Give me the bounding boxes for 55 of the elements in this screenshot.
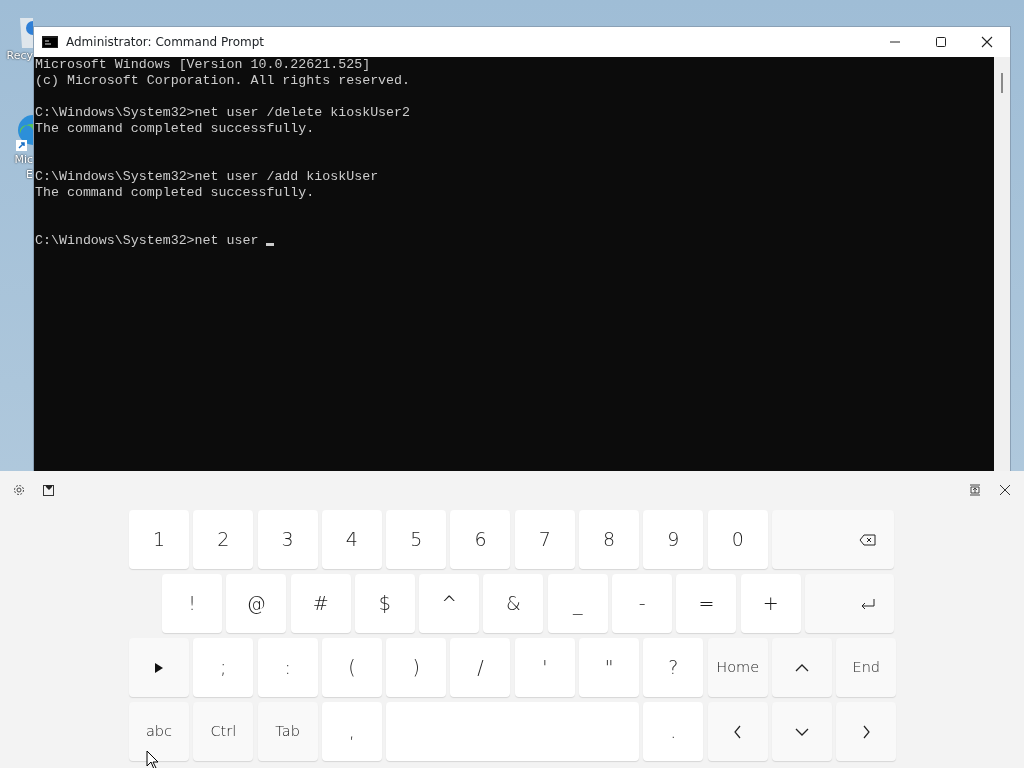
keyboard-key[interactable]: @ bbox=[226, 574, 287, 633]
keyboard-key[interactable]: : bbox=[257, 638, 318, 697]
enter-icon bbox=[859, 597, 876, 610]
backspace-key[interactable] bbox=[771, 510, 894, 569]
browser-shortcut-icon[interactable] bbox=[14, 112, 33, 152]
keyboard-key[interactable]: / bbox=[450, 638, 511, 697]
keyboard-key[interactable]: Ctrl bbox=[193, 702, 254, 761]
enter-key[interactable] bbox=[804, 574, 894, 633]
keyboard-key[interactable]: = bbox=[676, 574, 737, 633]
play-icon bbox=[154, 661, 164, 674]
keyboard-key[interactable] bbox=[707, 702, 768, 761]
keyboard-key[interactable]: + bbox=[740, 574, 801, 633]
keyboard-key[interactable]: . bbox=[643, 702, 704, 761]
keyboard-key[interactable]: ? bbox=[643, 638, 704, 697]
backspace-icon bbox=[858, 532, 876, 547]
keyboard-key[interactable]: , bbox=[321, 702, 382, 761]
sticker-icon bbox=[42, 483, 56, 497]
keyboard-key[interactable]: 2 bbox=[193, 510, 254, 569]
keyboard-key[interactable]: abc bbox=[129, 702, 189, 761]
keyboard-key[interactable]: ' bbox=[514, 638, 575, 697]
keyboard-key[interactable]: 1 bbox=[129, 510, 189, 569]
keyboard-key[interactable]: & bbox=[483, 574, 544, 633]
keyboard-key[interactable]: _ bbox=[547, 574, 608, 633]
keyboard-key[interactable]: 4 bbox=[321, 510, 382, 569]
keyboard-key[interactable]: # bbox=[290, 574, 351, 633]
keyboard-key[interactable]: ; bbox=[193, 638, 254, 697]
dock-icon bbox=[968, 483, 982, 497]
keyboard-key[interactable]: 3 bbox=[257, 510, 318, 569]
keyboard-key[interactable]: 6 bbox=[450, 510, 511, 569]
maximize-icon bbox=[934, 36, 948, 48]
keyboard-key[interactable]: " bbox=[579, 638, 640, 697]
keyboard-key[interactable]: 9 bbox=[643, 510, 704, 569]
keyboard-key[interactable]: Home bbox=[707, 638, 768, 697]
keyboard-key[interactable]: 0 bbox=[707, 510, 768, 569]
keyboard-key[interactable]: Tab bbox=[257, 702, 318, 761]
keyboard-key[interactable] bbox=[771, 638, 832, 697]
keyboard-key[interactable]: ( bbox=[321, 638, 382, 697]
keyboard-key[interactable]: ! bbox=[162, 574, 222, 633]
keyboard-key[interactable]: - bbox=[612, 574, 673, 633]
keyboard-key[interactable]: $ bbox=[354, 574, 415, 633]
close-icon bbox=[998, 483, 1012, 497]
keyboard-key[interactable]: ) bbox=[386, 638, 447, 697]
keyboard-key[interactable]: 8 bbox=[579, 510, 640, 569]
close-icon bbox=[980, 36, 994, 48]
keyboard-key[interactable] bbox=[129, 638, 189, 697]
keyboard-key[interactable]: 5 bbox=[386, 510, 447, 569]
keyboard-key[interactable] bbox=[836, 702, 897, 761]
keyboard-key[interactable] bbox=[771, 702, 832, 761]
keyboard-key[interactable]: ^ bbox=[419, 574, 480, 633]
keyboard-key[interactable]: 7 bbox=[514, 510, 575, 569]
terminal-app-icon bbox=[42, 36, 58, 48]
space-key[interactable] bbox=[386, 702, 640, 761]
keyboard-key[interactable]: End bbox=[836, 638, 897, 697]
window-title: Administrator: Command Prompt bbox=[66, 34, 265, 51]
settings-icon bbox=[12, 483, 26, 497]
